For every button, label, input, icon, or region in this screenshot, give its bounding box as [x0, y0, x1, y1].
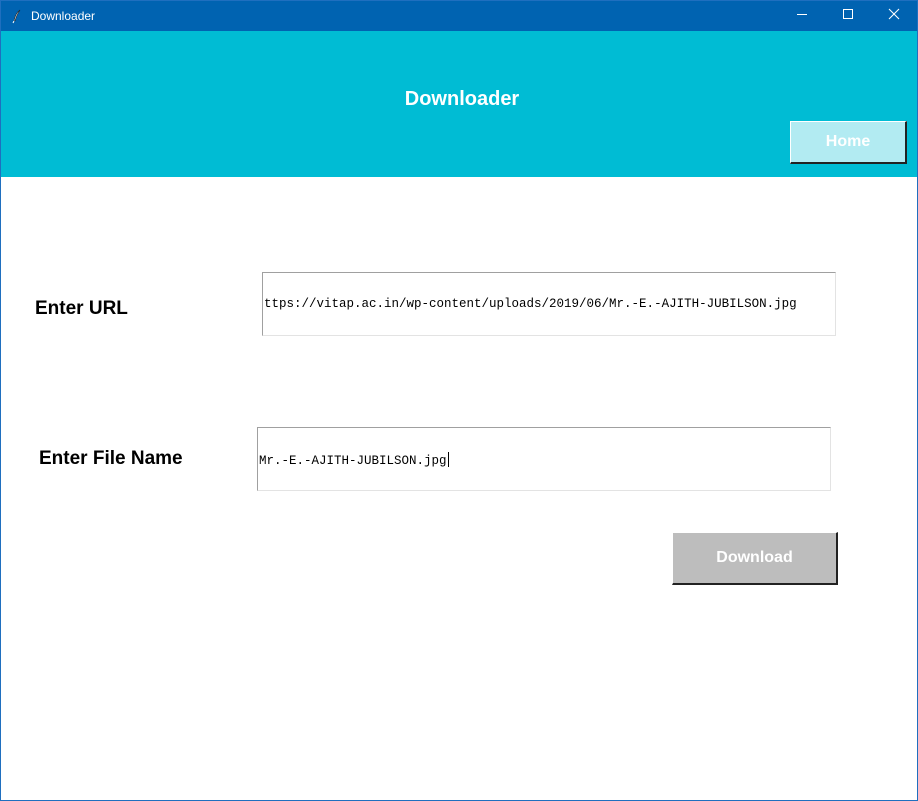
file-name-label: Enter File Name: [39, 448, 183, 469]
file-name-input-value: Mr.-E.-AJITH-JUBILSON.jpg: [259, 454, 447, 468]
close-icon: [888, 7, 900, 25]
minimize-button[interactable]: [779, 1, 825, 31]
text-caret: [447, 452, 449, 467]
url-label: Enter URL: [35, 298, 128, 319]
window-title: Downloader: [31, 9, 96, 23]
url-input[interactable]: ttps://vitap.ac.in/wp-content/uploads/20…: [262, 272, 836, 336]
home-button[interactable]: Home: [790, 121, 907, 164]
title-bar[interactable]: Downloader: [1, 1, 917, 31]
close-button[interactable]: [871, 1, 917, 31]
file-name-input[interactable]: Mr.-E.-AJITH-JUBILSON.jpg: [257, 427, 831, 491]
download-button[interactable]: Download: [672, 532, 838, 585]
maximize-icon: [842, 7, 854, 25]
page-title: Downloader: [404, 88, 520, 110]
header-banner: Downloader Home: [1, 31, 917, 177]
file-name-input-wrap: Mr.-E.-AJITH-JUBILSON.jpg: [259, 452, 449, 468]
minimize-icon: [796, 7, 808, 25]
url-input-value: ttps://vitap.ac.in/wp-content/uploads/20…: [264, 297, 797, 311]
app-window: Downloader Downloader Home Enter URL ttp…: [0, 0, 918, 801]
maximize-button[interactable]: [825, 1, 871, 31]
feather-icon: [9, 8, 25, 24]
